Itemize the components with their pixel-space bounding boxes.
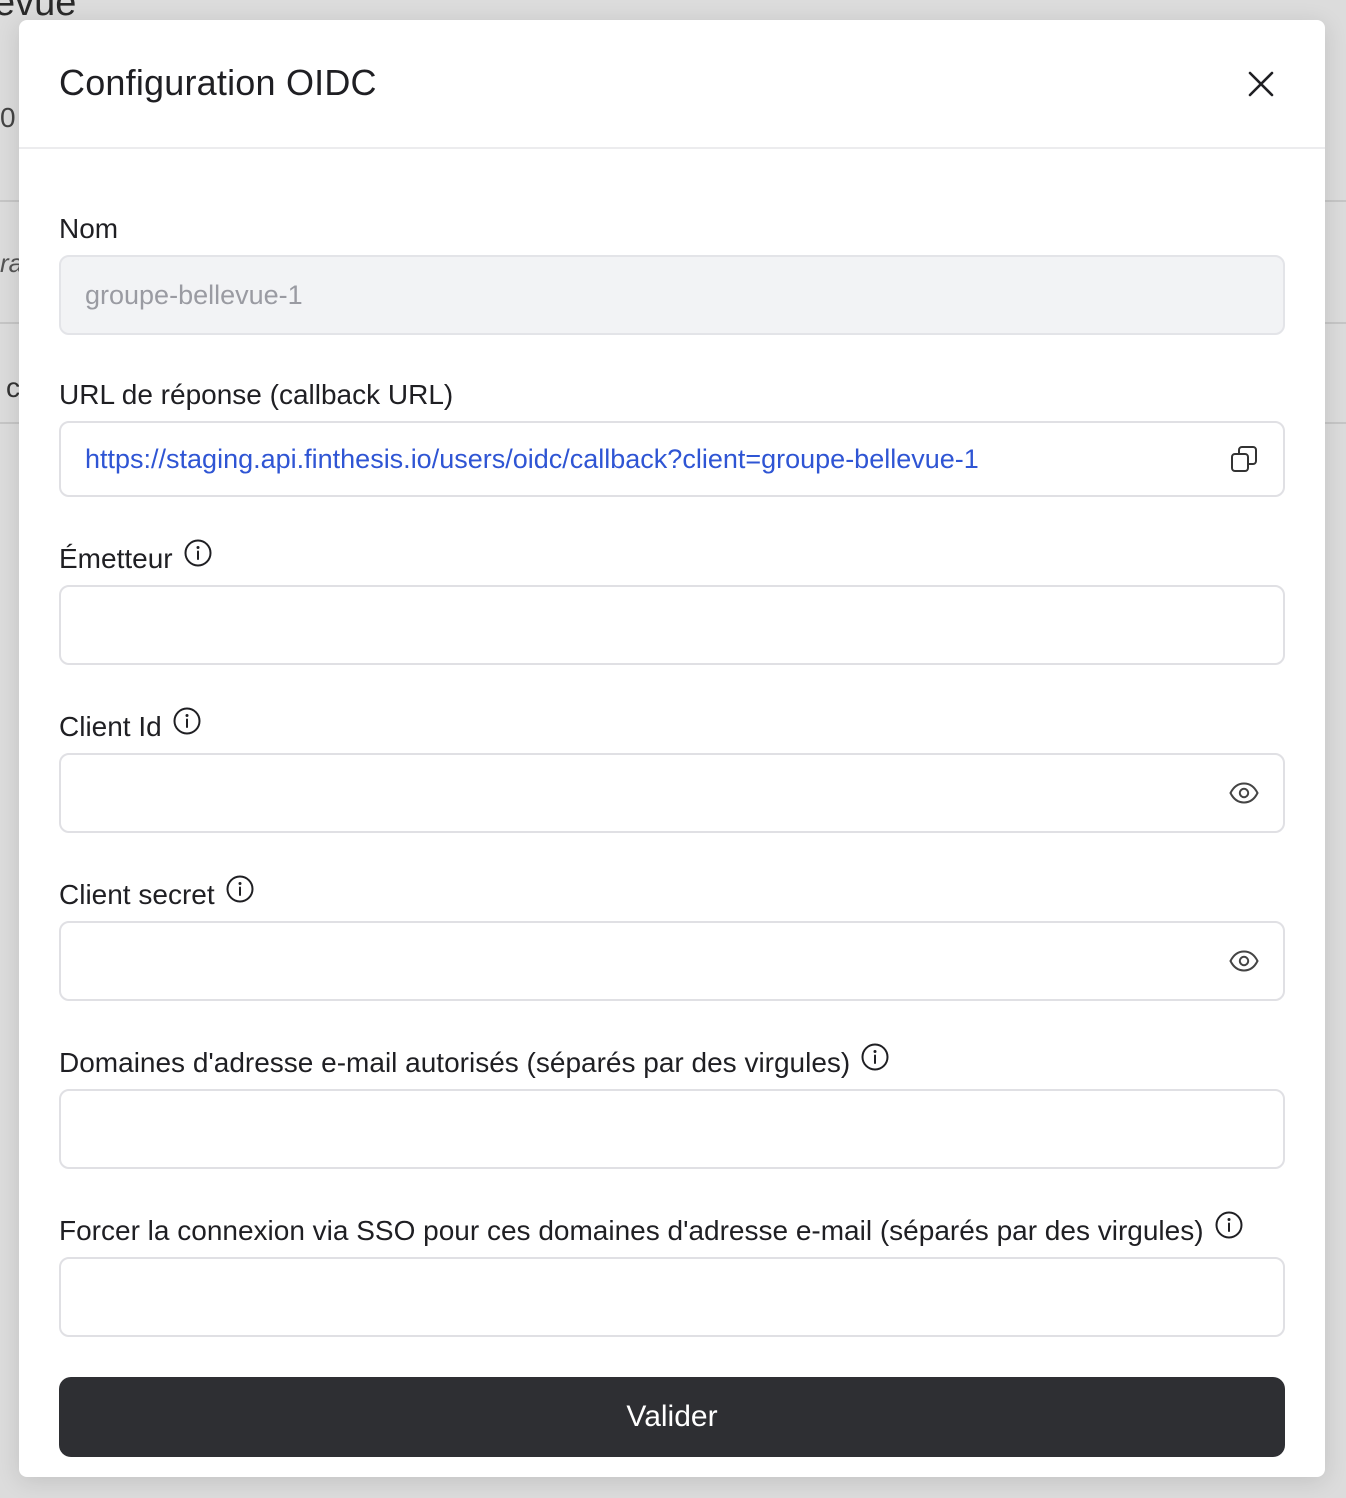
name-label-text: Nom <box>59 213 119 244</box>
info-icon[interactable] <box>172 706 202 736</box>
allowed-domains-input[interactable] <box>85 1091 1205 1167</box>
callback-url-label-text: URL de réponse (callback URL) <box>59 379 454 410</box>
issuer-input[interactable] <box>85 587 1205 663</box>
client-id-input[interactable] <box>85 755 1205 831</box>
name-input <box>85 257 1205 333</box>
callback-url-label: URL de réponse (callback URL) <box>59 375 1285 415</box>
info-icon[interactable] <box>1214 1210 1244 1240</box>
allowed-domains-field: Domaines d'adresse e-mail autorisés (sép… <box>59 1043 1285 1169</box>
toggle-visibility-button[interactable] <box>1227 776 1261 810</box>
allowed-domains-label: Domaines d'adresse e-mail autorisés (sép… <box>59 1043 1285 1083</box>
allowed-domains-input-box <box>59 1089 1285 1169</box>
client-secret-input-box <box>59 921 1285 1001</box>
issuer-label: Émetteur <box>59 539 1285 579</box>
forced-sso-domains-label: Forcer la connexion via SSO pour ces dom… <box>59 1211 1285 1251</box>
modal-title: Configuration OIDC <box>59 62 377 103</box>
forced-sso-domains-label-text: Forcer la connexion via SSO pour ces dom… <box>59 1215 1204 1246</box>
info-icon[interactable] <box>860 1042 890 1072</box>
background-text: c <box>6 372 20 403</box>
forced-sso-domains-input-box <box>59 1257 1285 1337</box>
name-input-box <box>59 255 1285 335</box>
callback-url-value[interactable]: https://staging.api.finthesis.io/users/o… <box>85 423 979 495</box>
modal-header: Configuration OIDC <box>19 20 1325 149</box>
callback-url-field: URL de réponse (callback URL) https://st… <box>59 375 1285 497</box>
issuer-label-text: Émetteur <box>59 543 173 574</box>
eye-icon <box>1229 950 1259 972</box>
client-secret-input[interactable] <box>85 923 1205 999</box>
forced-sso-domains-input[interactable] <box>85 1259 1205 1335</box>
close-icon <box>1248 71 1274 97</box>
info-icon[interactable] <box>225 874 255 904</box>
issuer-input-box <box>59 585 1285 665</box>
close-button[interactable] <box>1241 64 1281 104</box>
name-label: Nom <box>59 209 1285 249</box>
callback-url-box: https://staging.api.finthesis.io/users/o… <box>59 421 1285 497</box>
copy-button[interactable] <box>1227 442 1261 476</box>
client-secret-field: Client secret <box>59 875 1285 1001</box>
forced-sso-domains-field: Forcer la connexion via SSO pour ces dom… <box>59 1211 1285 1337</box>
client-secret-label-text: Client secret <box>59 879 215 910</box>
copy-icon <box>1231 446 1257 472</box>
client-id-label-text: Client Id <box>59 711 162 742</box>
eye-icon <box>1229 782 1259 804</box>
client-id-input-box <box>59 753 1285 833</box>
client-id-label: Client Id <box>59 707 1285 747</box>
background-subtitle: 0 <box>0 102 16 133</box>
client-secret-label: Client secret <box>59 875 1285 915</box>
issuer-field: Émetteur <box>59 539 1285 665</box>
oidc-config-modal: Configuration OIDC Nom URL de réponse (c… <box>19 20 1325 1477</box>
info-icon[interactable] <box>183 538 213 568</box>
toggle-visibility-button[interactable] <box>1227 944 1261 978</box>
client-id-field: Client Id <box>59 707 1285 833</box>
submit-button[interactable]: Valider <box>59 1377 1285 1457</box>
name-field: Nom <box>59 209 1285 335</box>
allowed-domains-label-text: Domaines d'adresse e-mail autorisés (sép… <box>59 1047 851 1078</box>
